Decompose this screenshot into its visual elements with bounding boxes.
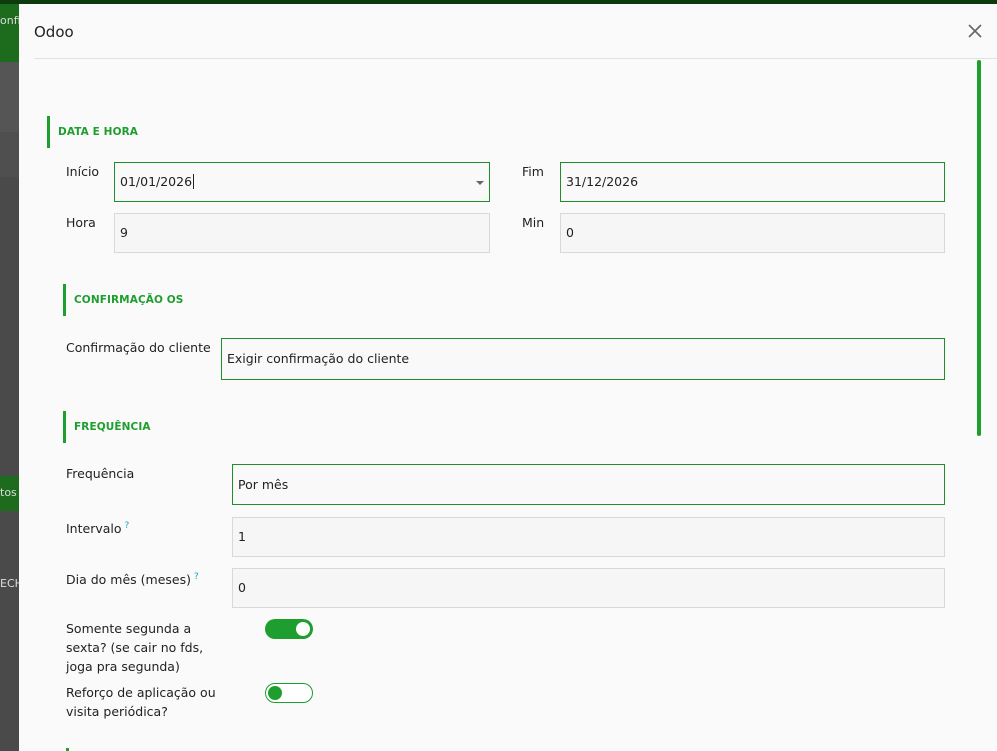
weekdays-only-label-line-2: sexta? (se cair no fds, — [66, 640, 204, 655]
client-confirmation-select[interactable]: Exigir confirmação do cliente — [221, 338, 945, 380]
start-date-input[interactable]: 01/01/2026 — [114, 162, 490, 202]
frequency-label: Frequência — [66, 466, 135, 481]
help-icon[interactable]: ? — [194, 572, 199, 582]
day-of-month-input[interactable]: 0 — [232, 568, 945, 608]
dialog-title: Odoo — [34, 23, 74, 41]
min-label: Min — [522, 215, 545, 230]
header-divider — [34, 58, 997, 59]
reinforcement-label-line-1: Reforço de aplicação ou — [66, 685, 216, 700]
reinforcement-toggle[interactable] — [265, 683, 313, 703]
frequency-select[interactable]: Por mês — [232, 464, 945, 505]
app-bg-text-mid: tos — [0, 486, 17, 499]
day-of-month-label: Dia do mês (meses)? — [66, 568, 199, 589]
chevron-down-icon[interactable] — [476, 181, 484, 185]
app-bg-panel-2 — [0, 132, 20, 177]
reinforcement-label-line-2: visita periódica? — [66, 704, 168, 719]
section-frequency: FREQUÊNCIA — [63, 411, 151, 443]
start-date-value: 01/01/2026 — [120, 174, 193, 189]
dialog: Odoo DATA E HORA Início 01/01/2026 Fim 3… — [19, 4, 997, 751]
app-header-strip — [0, 4, 20, 62]
hour-input[interactable]: 9 — [114, 213, 490, 253]
interval-label: Intervalo? — [66, 517, 129, 538]
section-date-time: DATA E HORA — [47, 116, 138, 148]
weekdays-only-toggle[interactable] — [265, 619, 313, 639]
start-label: Início — [66, 164, 100, 179]
hour-label: Hora — [66, 215, 96, 230]
text-cursor — [193, 174, 195, 189]
interval-label-text: Intervalo — [66, 521, 122, 537]
weekdays-only-label-line-1: Somente segunda a — [66, 621, 192, 636]
dialog-header: Odoo — [19, 4, 997, 58]
app-bg-panel — [0, 62, 20, 132]
interval-input[interactable]: 1 — [232, 517, 945, 557]
close-button[interactable] — [966, 22, 984, 40]
end-date-input[interactable]: 31/12/2026 — [560, 162, 945, 202]
section-confirmation: CONFIRMAÇÃO OS — [63, 284, 183, 316]
toggle-knob — [268, 686, 282, 700]
day-of-month-label-text: Dia do mês (meses) — [66, 572, 191, 588]
reinforcement-label: Reforço de aplicação ou visita periódica… — [66, 683, 216, 721]
app-header-text: onfig — [0, 14, 19, 27]
min-input[interactable]: 0 — [560, 213, 945, 253]
toggle-knob — [296, 622, 310, 636]
help-icon[interactable]: ? — [125, 521, 130, 531]
app-bg-text-low: ECH — [0, 577, 19, 590]
close-icon — [968, 24, 982, 38]
weekdays-only-label: Somente segunda a sexta? (se cair no fds… — [66, 619, 203, 676]
weekdays-only-label-line-3: joga pra segunda) — [66, 659, 180, 674]
client-confirmation-label: Confirmação do cliente — [66, 340, 211, 355]
scrollbar[interactable] — [977, 60, 981, 436]
end-label: Fim — [522, 164, 544, 179]
